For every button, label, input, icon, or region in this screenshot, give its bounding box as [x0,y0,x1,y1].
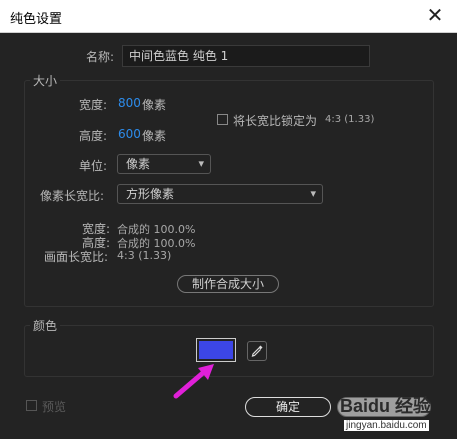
make-comp-size-button-label: 制作合成大小 [191,277,264,291]
color-swatch[interactable] [196,338,236,362]
solid-settings-dialog: 纯色设置 ✕ 名称: 中间色蓝色 纯色 1 大小 宽度: 800 像素 高度: … [0,0,457,439]
pixel-aspect-label: 像素长宽比: [40,189,105,203]
unit-dropdown-value: 像素 [126,157,151,171]
watermark-url: jingyan.baidu.com [344,420,429,431]
width-value[interactable]: 800 [118,96,141,110]
info-frame-value: 4:3 (1.33) [117,249,172,262]
unit-dropdown[interactable]: 像素 ▾ [117,154,211,174]
info-frame-label: 画面长宽比: [44,250,109,264]
ok-button-label: 确定 [275,400,300,414]
width-unit: 像素 [142,98,167,112]
pixel-aspect-dropdown[interactable]: 方形像素 ▾ [117,184,323,204]
height-label: 高度: [79,129,108,143]
watermark: Baidu 经验 jingyan.baidu.com [340,392,457,439]
pixel-aspect-dropdown-value: 方形像素 [126,187,175,201]
preview-label: 预览 [42,400,67,414]
eyedropper-icon[interactable] [247,341,267,361]
lock-aspect-checkbox[interactable] [217,114,228,125]
preview-checkbox[interactable] [26,400,37,411]
arrow-icon [173,364,214,399]
lock-aspect-label: 将长宽比锁定为 [233,114,318,128]
name-input[interactable]: 中间色蓝色 纯色 1 [122,45,370,67]
height-value[interactable]: 600 [118,127,141,141]
unit-label: 单位: [79,159,108,173]
dialog-title: 纯色设置 [10,12,63,27]
watermark-brand: Baidu 经验 [340,396,432,416]
title-bar: 纯色设置 ✕ [0,0,457,33]
color-group-title: 颜色 [30,317,61,334]
chevron-down-icon: ▾ [198,157,204,170]
name-input-value: 中间色蓝色 纯色 1 [129,49,229,63]
color-swatch-fill [199,341,233,359]
ok-button[interactable]: 确定 [245,397,331,417]
make-comp-size-button[interactable]: 制作合成大小 [177,275,279,293]
lock-aspect-ratio: 4:3 (1.33) [325,114,375,125]
height-unit: 像素 [142,129,167,143]
name-label: 名称: [86,50,115,64]
size-group-title: 大小 [30,72,61,89]
chevron-down-icon: ▾ [310,187,316,200]
width-label: 宽度: [79,98,108,112]
close-icon[interactable]: ✕ [413,0,457,32]
